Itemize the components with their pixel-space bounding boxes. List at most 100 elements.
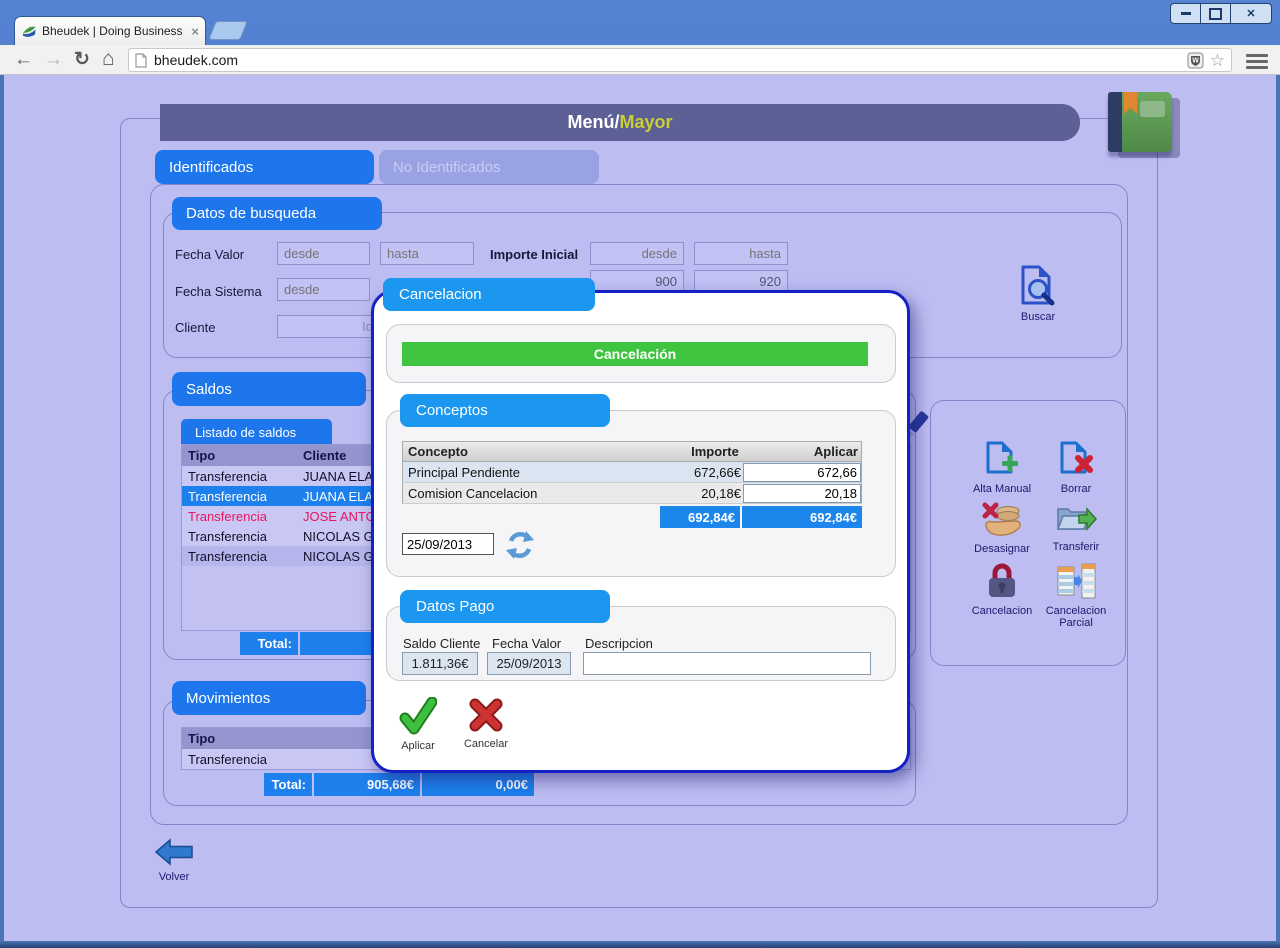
cancelacion-parcial-label-2: Parcial <box>1036 617 1116 629</box>
browser-window: Bheudek | Doing Business × ✕ ← → ↻ ⌂ bhe… <box>0 0 1280 948</box>
tab-identificados[interactable]: Identificados <box>155 150 374 184</box>
movimientos-total-label: Total: <box>264 773 312 796</box>
document-add-icon <box>984 440 1020 478</box>
fecha-sistema-desde-input[interactable] <box>277 278 370 301</box>
browser-tab[interactable]: Bheudek | Doing Business × <box>14 16 206 45</box>
fecha-cancelacion-input[interactable] <box>402 533 494 555</box>
importe-inicial-desde-input[interactable] <box>590 242 684 265</box>
fecha-valor-hasta-input[interactable] <box>380 242 474 265</box>
minimize-icon <box>1181 12 1191 15</box>
tab-no-identificados[interactable]: No Identificados <box>379 150 599 184</box>
cancelacion-button[interactable]: Cancelacion <box>964 562 1040 634</box>
close-button[interactable]: ✕ <box>1230 4 1271 23</box>
cancelar-button-label: Cancelar <box>462 738 510 750</box>
transferir-button[interactable]: Transferir <box>1042 502 1110 562</box>
importe-inicial-hasta-input[interactable] <box>694 242 788 265</box>
col-importe: Importe <box>659 444 738 459</box>
maximize-icon <box>1209 8 1222 20</box>
cancelacion-parcial-button[interactable]: Cancelacion Parcial <box>1036 562 1116 634</box>
movimientos-panel-tab: Movimientos <box>172 681 366 715</box>
tab-no-identificados-label: No Identificados <box>393 159 501 176</box>
alta-manual-label: Alta Manual <box>970 483 1034 495</box>
conceptos-title: Conceptos <box>416 402 488 419</box>
saldo-cliente-value: 1.811,36€ <box>402 652 478 675</box>
listado-saldos-tab: Listado de saldos <box>181 419 332 445</box>
cancelar-button[interactable]: Cancelar <box>462 697 510 755</box>
descripcion-label: Descripcion <box>585 636 653 651</box>
col-tipo: Tipo <box>182 448 303 463</box>
cancelacion-label: Cancelacion <box>964 605 1040 617</box>
page-icon <box>135 53 147 68</box>
home-icon[interactable]: ⌂ <box>102 44 115 74</box>
minimize-button[interactable] <box>1171 4 1200 23</box>
back-arrow-icon <box>154 838 194 866</box>
movimientos-total-aplicado: 0,00€ <box>422 773 534 796</box>
cliente-input[interactable] <box>277 315 380 338</box>
transfer-folder-icon <box>1055 502 1097 536</box>
url-text: bheudek.com <box>154 52 1187 68</box>
tab-identificados-label: Identificados <box>169 159 253 176</box>
maximize-button[interactable] <box>1200 4 1230 23</box>
status-banner: Cancelación <box>402 342 868 366</box>
alta-manual-button[interactable]: Alta Manual <box>970 440 1034 502</box>
lock-icon <box>985 562 1019 600</box>
svg-text:W: W <box>1192 57 1199 64</box>
concepto-row: Comision Cancelacion 20,18€ <box>402 483 862 504</box>
menu-icon[interactable] <box>1246 51 1268 69</box>
listado-saldos-label: Listado de saldos <box>195 425 296 440</box>
volver-button[interactable]: Volver <box>148 838 200 888</box>
borrar-label: Borrar <box>1044 483 1108 495</box>
banner-panel: Cancelación <box>386 324 896 383</box>
importe-inicial-label: Importe Inicial <box>490 247 578 262</box>
cliente-label: Cliente <box>175 320 215 335</box>
favicon-icon <box>21 23 37 39</box>
window-border-bottom <box>0 941 1280 948</box>
refresh-icon[interactable] <box>505 530 535 560</box>
search-panel-tab: Datos de busqueda <box>172 197 382 230</box>
col-concepto: Concepto <box>403 444 659 459</box>
col-aplicar: Aplicar <box>739 444 861 459</box>
modal-tab: Cancelacion <box>383 278 595 311</box>
fecha-valor-label: Fecha Valor <box>175 247 244 262</box>
total-importe: 692,84€ <box>660 506 740 528</box>
aplicar-button[interactable]: Aplicar <box>396 697 440 755</box>
tab-title: Bheudek | Doing Business <box>42 24 187 38</box>
datos-pago-tab: Datos Pago <box>400 590 610 623</box>
desasignar-label: Desasignar <box>966 543 1038 555</box>
borrar-button[interactable]: Borrar <box>1044 440 1108 502</box>
saldos-panel-title: Saldos <box>186 381 232 398</box>
buscar-button[interactable]: Buscar <box>1018 264 1058 324</box>
fecha-valor-pago-label: Fecha Valor <box>492 636 561 651</box>
shield-icon[interactable]: W <box>1187 52 1204 69</box>
window-border-right <box>1276 75 1280 941</box>
fecha-valor-pago-value: 25/09/2013 <box>487 652 571 675</box>
ledger-book-icon <box>1108 92 1172 152</box>
new-tab-button[interactable] <box>208 21 248 40</box>
fecha-valor-desde-input[interactable] <box>277 242 370 265</box>
bookmark-star-icon[interactable]: ☆ <box>1210 52 1225 69</box>
total-aplicar: 692,84€ <box>742 506 862 528</box>
unassign-hand-icon <box>981 502 1023 538</box>
cancelacion-parcial-label-1: Cancelacion <box>1036 605 1116 617</box>
concepto-row: Principal Pendiente 672,66€ <box>402 462 862 483</box>
page-title-current: Mayor <box>619 112 672 133</box>
buscar-label: Buscar <box>1018 311 1058 323</box>
col-tipo: Tipo <box>182 731 303 746</box>
url-bar[interactable]: bheudek.com W ☆ <box>128 48 1232 72</box>
search-document-icon <box>1018 264 1056 308</box>
reload-icon[interactable]: ↻ <box>74 45 90 75</box>
descripcion-input[interactable] <box>583 652 871 675</box>
datos-pago-title: Datos Pago <box>416 598 494 615</box>
fecha-sistema-label: Fecha Sistema <box>175 284 262 299</box>
page-title-prefix: Menú/ <box>567 112 619 133</box>
back-icon[interactable]: ← <box>14 45 33 75</box>
check-icon <box>399 697 437 735</box>
desasignar-button[interactable]: Desasignar <box>966 502 1038 562</box>
aplicar-input-0[interactable] <box>743 463 861 482</box>
aplicar-button-label: Aplicar <box>396 740 440 752</box>
saldo-cliente-label: Saldo Cliente <box>403 636 480 651</box>
close-tab-icon[interactable]: × <box>191 24 199 39</box>
forward-icon[interactable]: → <box>44 45 63 75</box>
aplicar-input-1[interactable] <box>743 484 861 503</box>
transferir-label: Transferir <box>1042 541 1110 553</box>
